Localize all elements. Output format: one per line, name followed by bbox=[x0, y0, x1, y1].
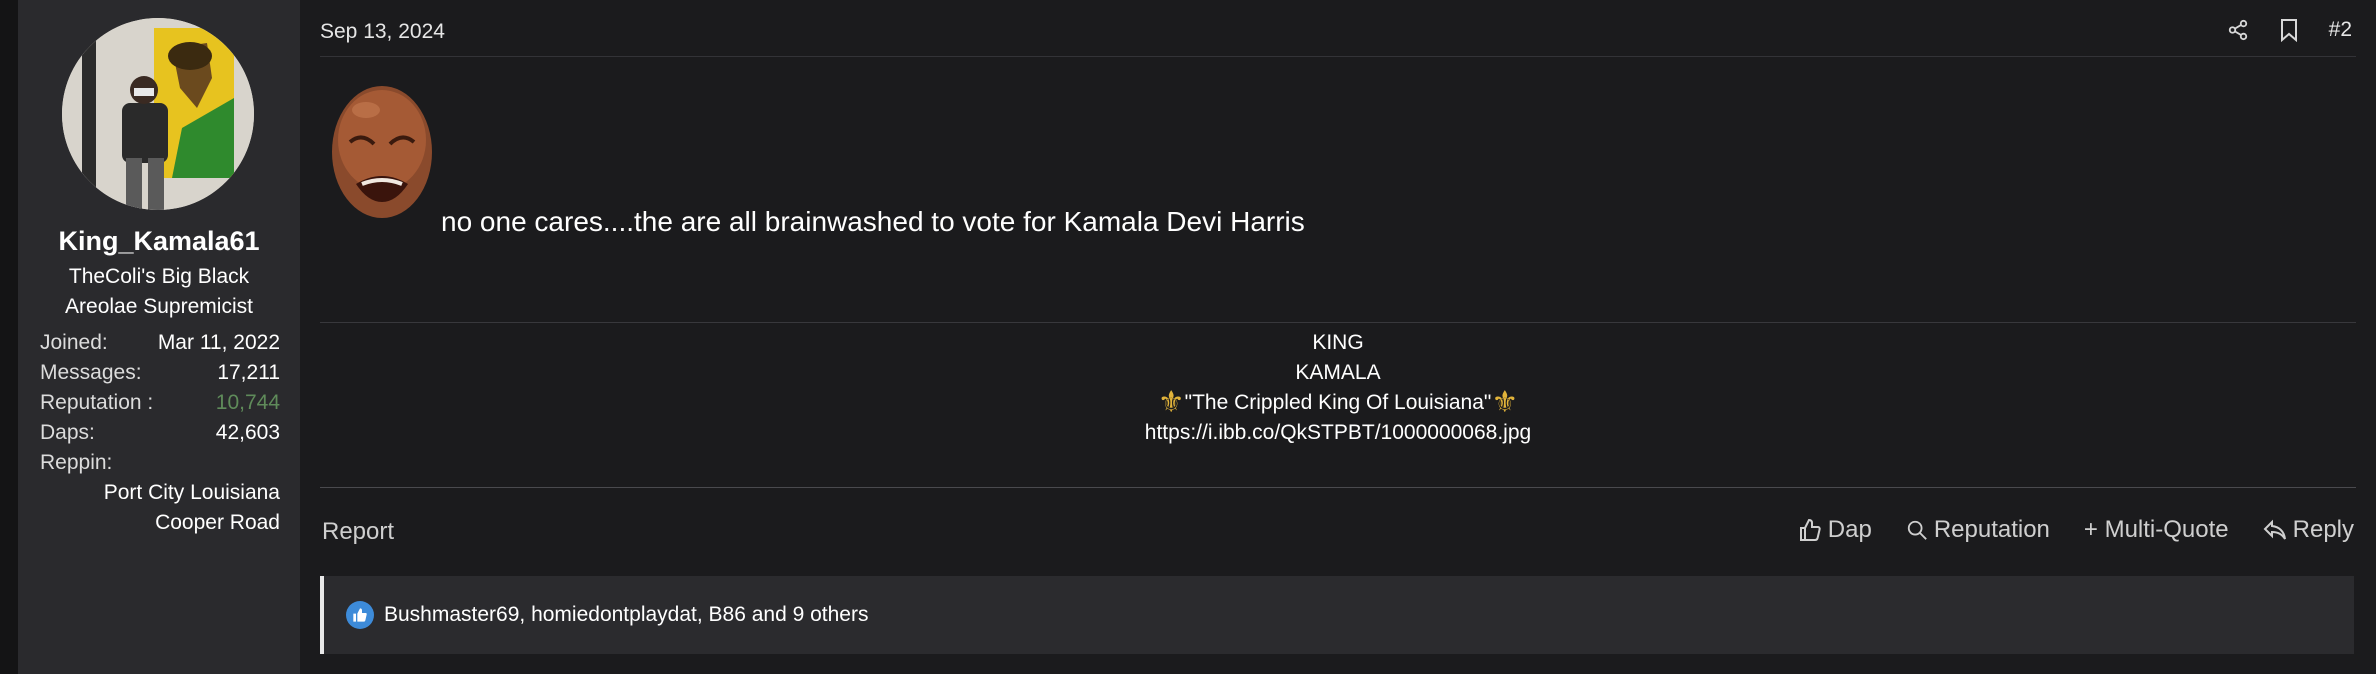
avatar-image bbox=[62, 18, 254, 210]
dap-button[interactable]: Dap bbox=[1798, 516, 1872, 544]
multi-quote-button[interactable]: + Multi-Quote bbox=[2084, 516, 2229, 544]
panel-pointer bbox=[286, 40, 300, 68]
reply-icon bbox=[2263, 519, 2286, 540]
stat-daps-value: 42,603 bbox=[215, 421, 280, 444]
dap-label: Dap bbox=[1827, 516, 1872, 543]
user-title: TheColi's Big Black Areolae Supremicist bbox=[18, 262, 300, 322]
signature-line-2: KAMALA bbox=[1295, 361, 1381, 384]
stat-joined-label: Joined: bbox=[40, 331, 108, 354]
stat-reputation-label: Reputation : bbox=[40, 391, 154, 414]
user-stats: Joined: Mar 11, 2022 Messages: 17,211 Re… bbox=[40, 328, 280, 538]
stat-joined: Joined: Mar 11, 2022 bbox=[40, 328, 280, 358]
signature-line-4[interactable]: https://i.ibb.co/QkSTPBT/1000000068.jpg bbox=[320, 418, 2356, 448]
crying-jordan-emoji bbox=[326, 80, 438, 232]
search-icon bbox=[1907, 520, 1927, 540]
post-number[interactable]: #2 bbox=[2329, 18, 2352, 42]
reppin-line-1: Port City Louisiana bbox=[103, 481, 280, 504]
bookmark-icon[interactable] bbox=[2279, 18, 2299, 42]
stat-reputation-value: 10,744 bbox=[215, 391, 280, 414]
stat-messages: Messages: 17,211 bbox=[40, 358, 280, 388]
stat-messages-label: Messages: bbox=[40, 361, 142, 384]
report-link[interactable]: Report bbox=[322, 518, 394, 546]
reply-button[interactable]: Reply bbox=[2263, 516, 2354, 544]
fleur-de-lis-icon: ⚜ bbox=[1157, 386, 1185, 419]
user-avatar[interactable] bbox=[62, 18, 254, 210]
username[interactable]: King_Kamala61 bbox=[18, 226, 300, 257]
signature: KING KAMALA ⚜"The Crippled King Of Louis… bbox=[320, 328, 2356, 448]
post-header-actions: #2 bbox=[2227, 18, 2352, 42]
signature-line-3: "The Crippled King Of Louisiana" bbox=[1184, 391, 1492, 414]
stat-reputation: Reputation : 10,744 bbox=[40, 388, 280, 418]
post-body-text: no one cares....the are all brainwashed … bbox=[441, 206, 1305, 237]
stat-messages-value[interactable]: 17,211 bbox=[217, 358, 280, 388]
header-divider bbox=[320, 56, 2356, 57]
thumbs-up-icon bbox=[1799, 518, 1821, 541]
post-date[interactable]: Sep 13, 2024 bbox=[320, 20, 445, 44]
signature-line-3-row: ⚜"The Crippled King Of Louisiana"⚜ bbox=[320, 388, 2356, 418]
stat-daps: Daps: 42,603 bbox=[40, 418, 280, 448]
stat-reppin: Reppin: bbox=[40, 448, 280, 478]
user-panel: King_Kamala61 TheColi's Big Black Areola… bbox=[18, 0, 300, 674]
like-badge-icon bbox=[346, 601, 374, 629]
stat-reppin-label: Reppin: bbox=[40, 451, 113, 474]
stat-joined-value: Mar 11, 2022 bbox=[157, 331, 280, 354]
reply-label: Reply bbox=[2292, 516, 2354, 543]
reppin-location: Port City Louisiana Cooper Road bbox=[40, 478, 280, 538]
reactions-text[interactable]: Bushmaster69, homiedontplaydat, B86 and … bbox=[384, 603, 868, 627]
post-actions: Dap Reputation + Multi-Quote Reply bbox=[1798, 516, 2354, 544]
user-title-line-1: TheColi's Big Black bbox=[68, 265, 250, 288]
footer-divider bbox=[320, 487, 2356, 488]
left-edge bbox=[0, 0, 18, 674]
stat-daps-label: Daps: bbox=[40, 421, 95, 444]
reputation-label: Reputation bbox=[1933, 516, 2050, 543]
signature-divider bbox=[320, 322, 2356, 323]
signature-line-1: KING bbox=[1312, 331, 1364, 354]
user-title-line-2: Areolae Supremicist bbox=[65, 295, 253, 318]
reputation-button[interactable]: Reputation bbox=[1906, 516, 2050, 544]
multi-quote-label: + Multi-Quote bbox=[2083, 516, 2229, 543]
reactions-bar[interactable]: Bushmaster69, homiedontplaydat, B86 and … bbox=[320, 576, 2354, 654]
reppin-line-2: Cooper Road bbox=[155, 511, 280, 534]
fleur-de-lis-icon: ⚜ bbox=[1491, 386, 1519, 419]
share-icon[interactable] bbox=[2227, 19, 2249, 41]
post-main: Sep 13, 2024 #2 no one cares....the are … bbox=[300, 0, 2376, 674]
